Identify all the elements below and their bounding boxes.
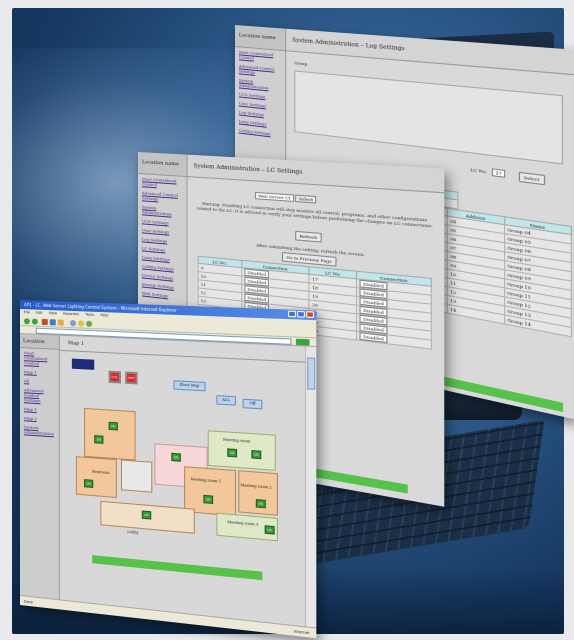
history-icon[interactable] — [86, 320, 93, 327]
device-icon[interactable]: ON — [94, 435, 104, 444]
device-icon[interactable]: ON — [141, 510, 152, 520]
floor-map-button[interactable]: Floor Map — [173, 380, 206, 392]
close-icon[interactable] — [306, 311, 315, 318]
favorites-icon[interactable] — [77, 320, 85, 327]
room[interactable] — [84, 407, 136, 461]
server-select-row: Web Server UI Select — [255, 191, 317, 204]
group-table-right: Address Name 04 Group 04 05 Group 05 06 Group… — [435, 206, 572, 337]
page-title: Map 1 — [67, 340, 85, 347]
server-dropdown[interactable]: Web Server UI — [255, 191, 294, 202]
device-icon[interactable]: ON — [203, 494, 214, 504]
forward-icon[interactable] — [31, 318, 38, 325]
device-icon[interactable]: ON — [264, 525, 275, 535]
lc-no-label: LC No. — [470, 166, 488, 175]
status-zone: Internet — [293, 629, 310, 636]
menu-edit[interactable]: Edit — [36, 311, 43, 315]
floor-map: Restroom Meeting room Meeting room 1 Mee… — [70, 397, 283, 580]
all-button[interactable]: ALL — [216, 395, 236, 406]
logo-block — [71, 358, 95, 370]
device-icon[interactable]: ON — [171, 452, 181, 462]
sidebar-link[interactable]: Start Centralized Control — [20, 348, 59, 369]
corridor — [120, 459, 153, 493]
divider — [59, 349, 305, 363]
lc-no-select[interactable]: 17 — [491, 168, 506, 178]
room[interactable] — [207, 430, 276, 471]
page-content: Location Start Centralized Control Map 1A… — [20, 334, 305, 627]
stop-icon[interactable] — [41, 318, 48, 326]
device-icon[interactable]: ON — [84, 479, 94, 488]
device-icon[interactable]: ON — [108, 421, 118, 431]
warning-note: Warning: Disabling LC connection will st… — [196, 200, 434, 229]
go-button[interactable] — [295, 338, 310, 346]
maximize-icon[interactable] — [297, 310, 305, 318]
sidebar-link[interactable]: System Administration — [20, 422, 59, 439]
select-button[interactable]: Select — [295, 194, 317, 204]
status-text: Done — [23, 599, 34, 605]
menu-favorites[interactable]: Favorites — [63, 312, 79, 317]
minimize-icon[interactable] — [288, 310, 296, 318]
refresh-icon[interactable] — [49, 319, 56, 326]
menu-view[interactable]: View — [49, 311, 57, 315]
sidebar: Location Start Centralized Control Map 1A… — [20, 334, 60, 600]
sidebar-title: Location name — [138, 152, 187, 178]
menu-tools[interactable]: Tools — [85, 312, 94, 316]
vertical-scrollbar[interactable] — [304, 346, 317, 628]
device-icon[interactable]: ON — [251, 450, 262, 460]
home-icon[interactable] — [57, 319, 64, 326]
refresh-button[interactable]: Refresh — [295, 230, 322, 243]
scroll-thumb[interactable] — [307, 357, 316, 390]
room-label: Lobby — [127, 529, 139, 535]
device-icon[interactable]: ON — [255, 499, 266, 509]
device-icon[interactable]: ON — [227, 448, 238, 458]
browser-window: AP1 - LC, Web Server Lighting Control Sy… — [20, 300, 317, 639]
group-label: Group — [294, 60, 308, 67]
group-box — [294, 70, 564, 165]
room[interactable] — [238, 470, 279, 516]
room[interactable] — [75, 456, 117, 499]
alarm-off-button[interactable]: OFF — [125, 371, 138, 385]
sidebar-link[interactable]: Advanced Control Settings — [20, 385, 59, 406]
alarm-ctl-button[interactable]: CTL — [108, 370, 121, 384]
select-button[interactable]: Select — [518, 171, 545, 186]
menu-help[interactable]: Help — [100, 313, 108, 317]
search-icon[interactable] — [69, 319, 76, 327]
menu-file[interactable]: File — [24, 310, 30, 314]
back-icon[interactable] — [23, 318, 30, 325]
